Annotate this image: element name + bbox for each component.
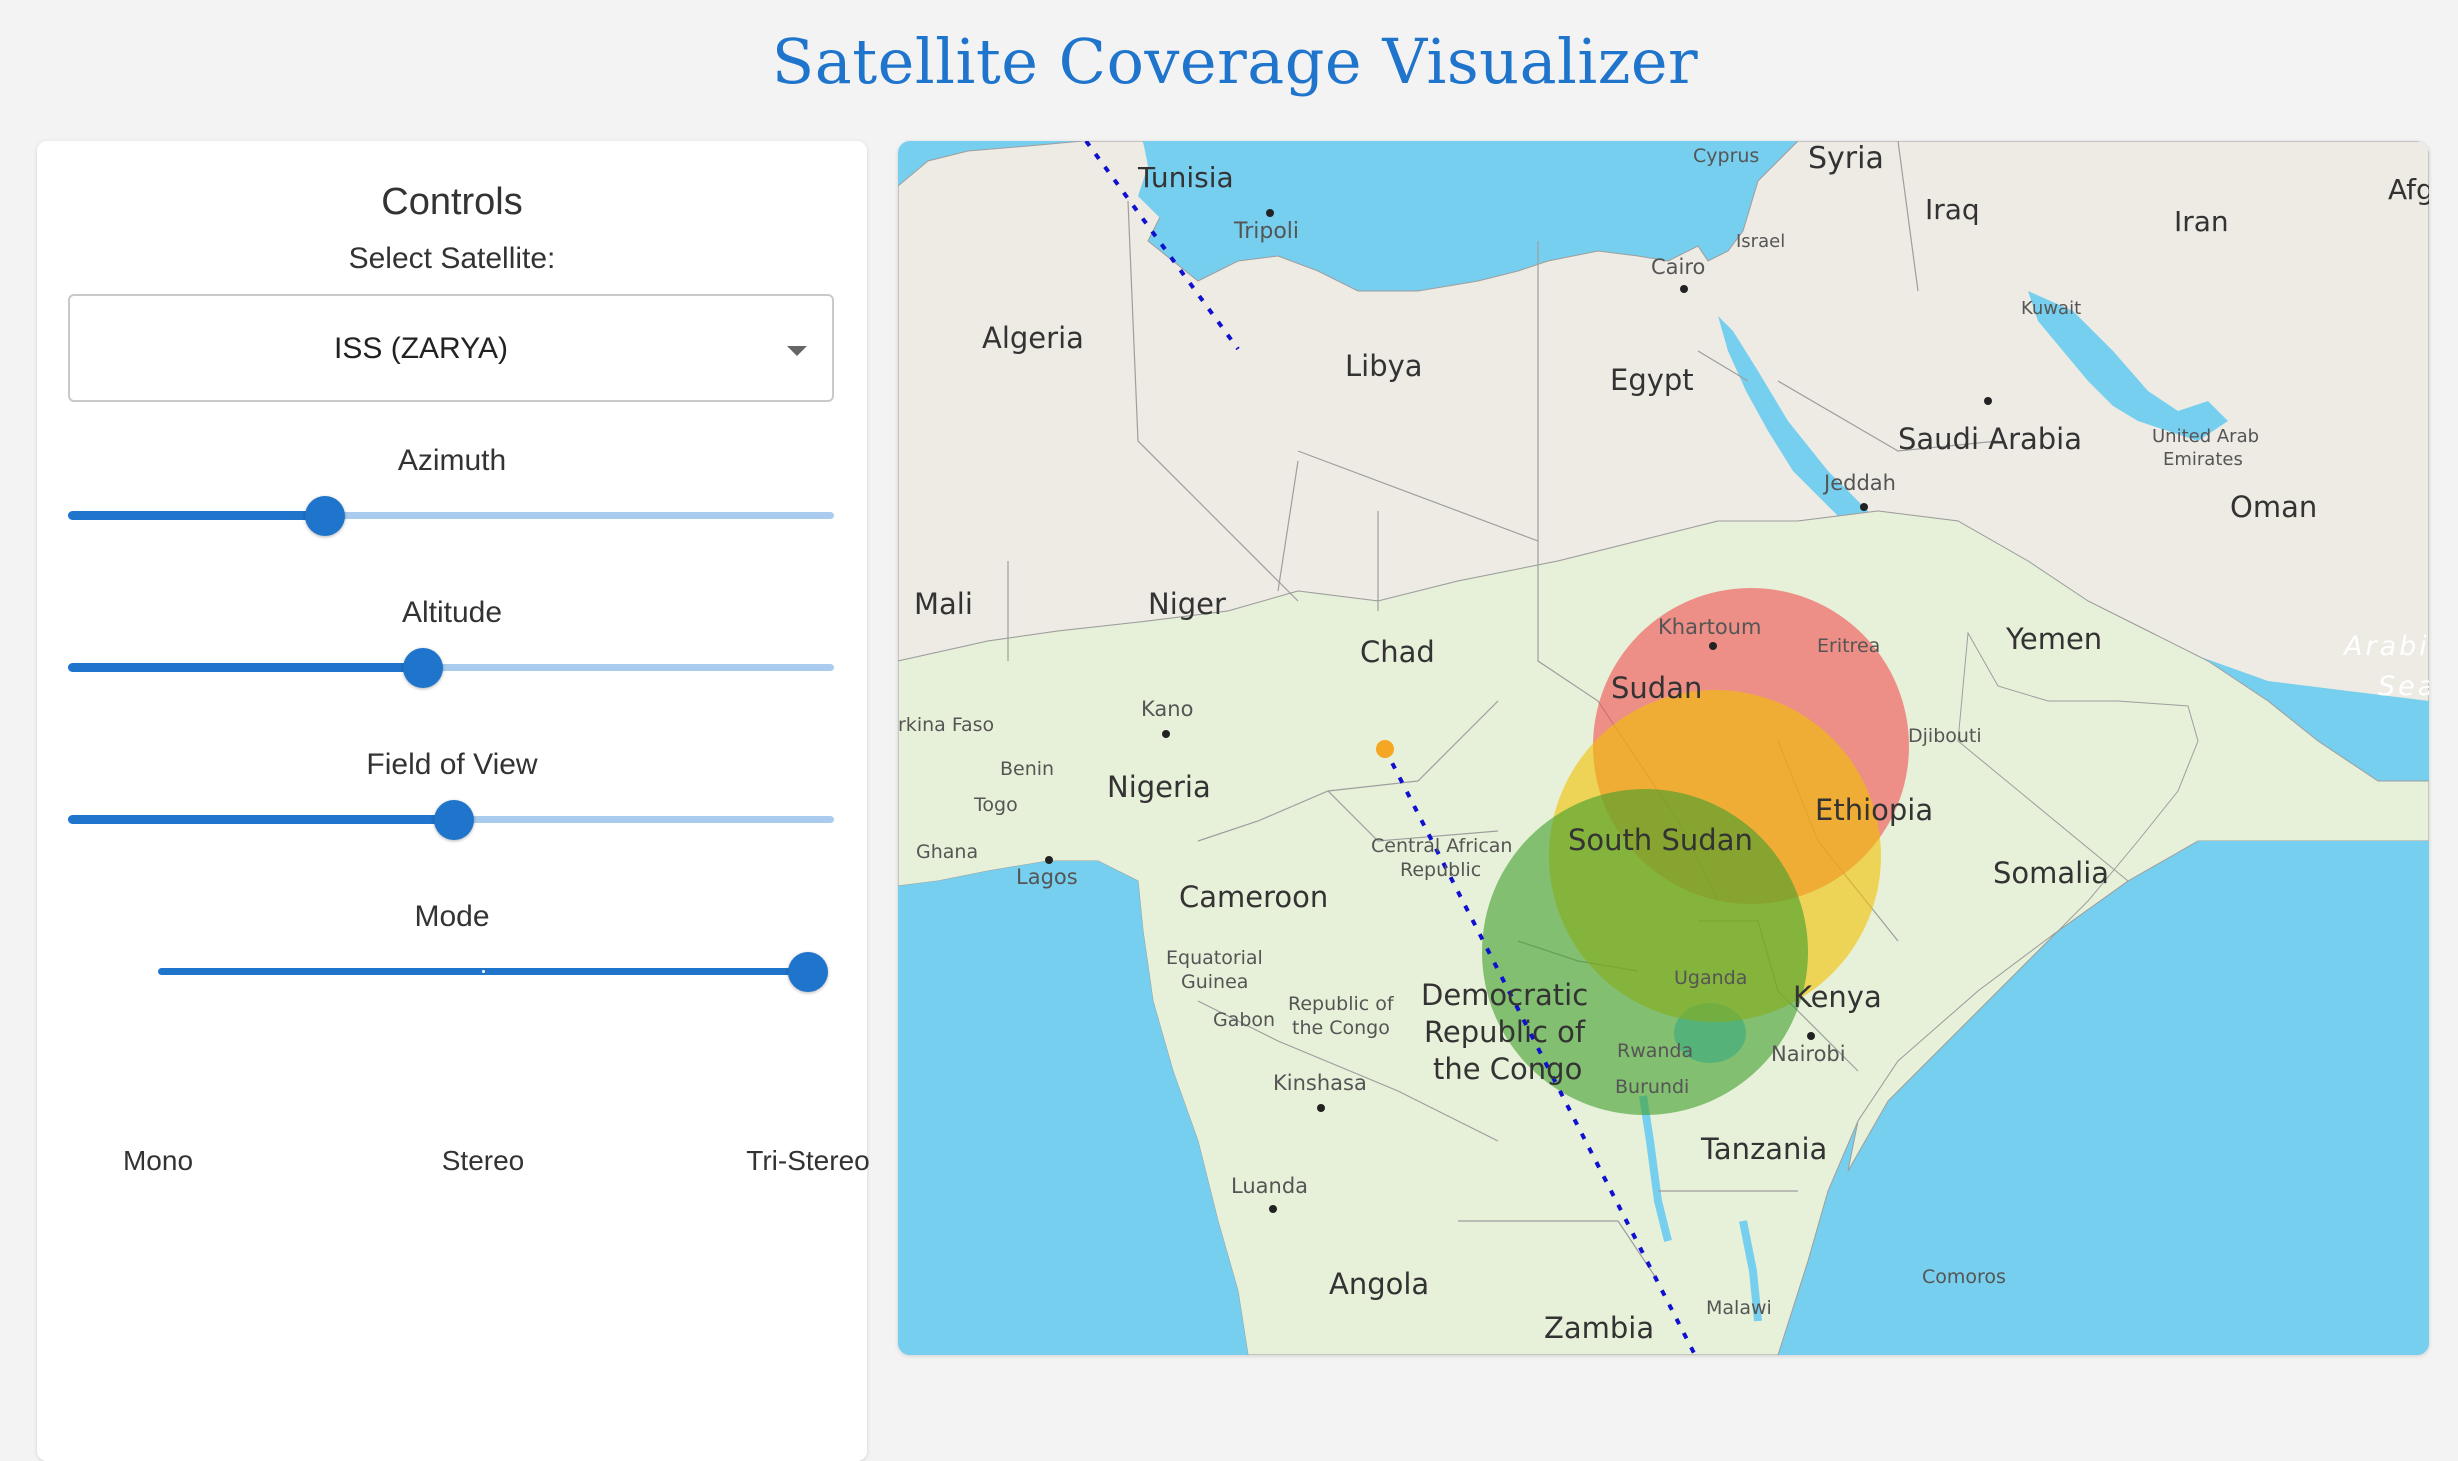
label-syria: Syria bbox=[1808, 141, 1884, 176]
label-drc-line3: the Congo bbox=[1433, 1052, 1583, 1086]
label-kano: Kano bbox=[1141, 697, 1194, 721]
label-uganda: Uganda bbox=[1674, 967, 1748, 989]
label-iran: Iran bbox=[2174, 205, 2229, 238]
label-arabian: Arabi bbox=[2344, 631, 2429, 662]
controls-heading: Controls bbox=[381, 181, 523, 223]
page-title: Satellite Coverage Visualizer bbox=[771, 25, 1699, 98]
label-nairobi: Nairobi bbox=[1771, 1042, 1846, 1066]
label-niger: Niger bbox=[1148, 587, 1226, 621]
label-cyprus: Cyprus bbox=[1693, 145, 1760, 167]
azimuth-slider[interactable] bbox=[68, 495, 834, 536]
azimuth-label: Azimuth bbox=[397, 444, 507, 477]
label-kinshasa: Kinshasa bbox=[1273, 1071, 1367, 1095]
label-djibouti: Djibouti bbox=[1908, 725, 1982, 747]
fov-slider-track bbox=[68, 815, 455, 824]
azimuth-slider-thumb[interactable] bbox=[304, 496, 345, 536]
label-khartoum: Khartoum bbox=[1658, 615, 1762, 639]
label-tanzania: Tanzania bbox=[1701, 1132, 1828, 1166]
mode-label: Mode bbox=[414, 900, 490, 933]
label-cameroon: Cameroon bbox=[1179, 880, 1329, 914]
satellite-select[interactable]: ISS (ZARYA) bbox=[68, 294, 834, 402]
label-saudi-arabia: Saudi Arabia bbox=[1898, 422, 2083, 456]
altitude-slider[interactable] bbox=[68, 647, 834, 688]
label-benin: Benin bbox=[1000, 758, 1055, 780]
mode-option-stereo[interactable]: Stereo bbox=[442, 1145, 525, 1177]
label-mali: Mali bbox=[914, 587, 973, 621]
mode-slider[interactable] bbox=[158, 951, 828, 992]
satellite-select-value: ISS (ZARYA) bbox=[334, 332, 508, 365]
label-car-line2: Republic bbox=[1400, 859, 1482, 881]
label-comoros: Comoros bbox=[1922, 1266, 2006, 1288]
label-equatorial-line2: Guinea bbox=[1181, 971, 1249, 993]
label-egypt: Egypt bbox=[1610, 363, 1694, 397]
label-malawi: Malawi bbox=[1706, 1297, 1772, 1319]
mode-tick-stereo bbox=[482, 970, 485, 973]
label-tunisia: Tunisia bbox=[1138, 161, 1234, 194]
fov-slider[interactable] bbox=[68, 799, 834, 840]
label-ghana: Ghana bbox=[916, 841, 979, 863]
label-iraq: Iraq bbox=[1925, 193, 1980, 226]
label-south-sudan: South Sudan bbox=[1568, 823, 1753, 857]
label-rwanda: Rwanda bbox=[1617, 1040, 1694, 1062]
label-chad: Chad bbox=[1360, 635, 1435, 669]
label-gabon: Gabon bbox=[1213, 1009, 1276, 1031]
label-kuwait: Kuwait bbox=[2021, 298, 2082, 319]
select-satellite-label: Select Satellite: bbox=[348, 242, 556, 275]
mode-option-tri-stereo[interactable]: Tri-Stereo bbox=[746, 1145, 869, 1177]
fov-label: Field of View bbox=[366, 748, 538, 781]
label-yemen: Yemen bbox=[2006, 622, 2103, 656]
mode-slider-thumb[interactable] bbox=[788, 952, 828, 992]
label-cairo: Cairo bbox=[1651, 255, 1706, 279]
label-drc-line1: Democratic bbox=[1421, 978, 1589, 1012]
label-kenya: Kenya bbox=[1793, 980, 1882, 1014]
label-angola: Angola bbox=[1329, 1267, 1430, 1301]
label-sudan: Sudan bbox=[1611, 671, 1703, 705]
label-lagos: Lagos bbox=[1016, 865, 1078, 889]
label-zambia: Zambia bbox=[1544, 1311, 1655, 1345]
label-uae-line2: Emirates bbox=[2163, 449, 2243, 470]
label-afg: Afg bbox=[2388, 173, 2429, 206]
label-burkina-faso: rkina Faso bbox=[898, 714, 995, 736]
label-sea: Sea bbox=[2378, 671, 2429, 702]
label-equatorial-line1: Equatorial bbox=[1166, 947, 1263, 969]
altitude-slider-thumb[interactable] bbox=[402, 648, 443, 688]
label-oman: Oman bbox=[2230, 490, 2318, 524]
mode-option-mono[interactable]: Mono bbox=[123, 1145, 193, 1177]
controls-panel: Controls Select Satellite: ISS (ZARYA) A… bbox=[37, 141, 870, 1461]
label-drc-line2: Republic of bbox=[1424, 1015, 1586, 1049]
label-burundi: Burundi bbox=[1615, 1076, 1690, 1098]
label-tripoli: Tripoli bbox=[1234, 219, 1300, 244]
chevron-down-icon[interactable] bbox=[787, 346, 807, 356]
label-roc-line2: the Congo bbox=[1292, 1017, 1390, 1039]
label-israel: Israel bbox=[1736, 231, 1786, 252]
map-labels: Tunisia Tripoli Cyprus Syria Iraq Iran A… bbox=[898, 141, 2429, 1355]
label-eritrea: Eritrea bbox=[1817, 635, 1881, 657]
altitude-label: Altitude bbox=[401, 596, 503, 629]
label-uae-line1: United Arab bbox=[2152, 426, 2260, 447]
fov-slider-thumb[interactable] bbox=[434, 800, 475, 840]
label-jeddah: Jeddah bbox=[1824, 471, 1896, 495]
label-nigeria: Nigeria bbox=[1107, 770, 1211, 804]
coverage-map[interactable]: Tunisia Tripoli Cyprus Syria Iraq Iran A… bbox=[898, 141, 2429, 1355]
label-somalia: Somalia bbox=[1993, 856, 2110, 890]
label-algeria: Algeria bbox=[982, 321, 1084, 355]
azimuth-slider-track bbox=[68, 511, 325, 520]
label-luanda: Luanda bbox=[1231, 1174, 1309, 1198]
altitude-slider-track bbox=[68, 663, 423, 672]
label-togo: Togo bbox=[974, 794, 1018, 816]
label-car-line1: Central African bbox=[1371, 835, 1513, 857]
label-ethiopia: Ethiopia bbox=[1815, 793, 1934, 827]
label-roc-line1: Republic of bbox=[1288, 993, 1394, 1015]
label-libya: Libya bbox=[1345, 349, 1423, 383]
